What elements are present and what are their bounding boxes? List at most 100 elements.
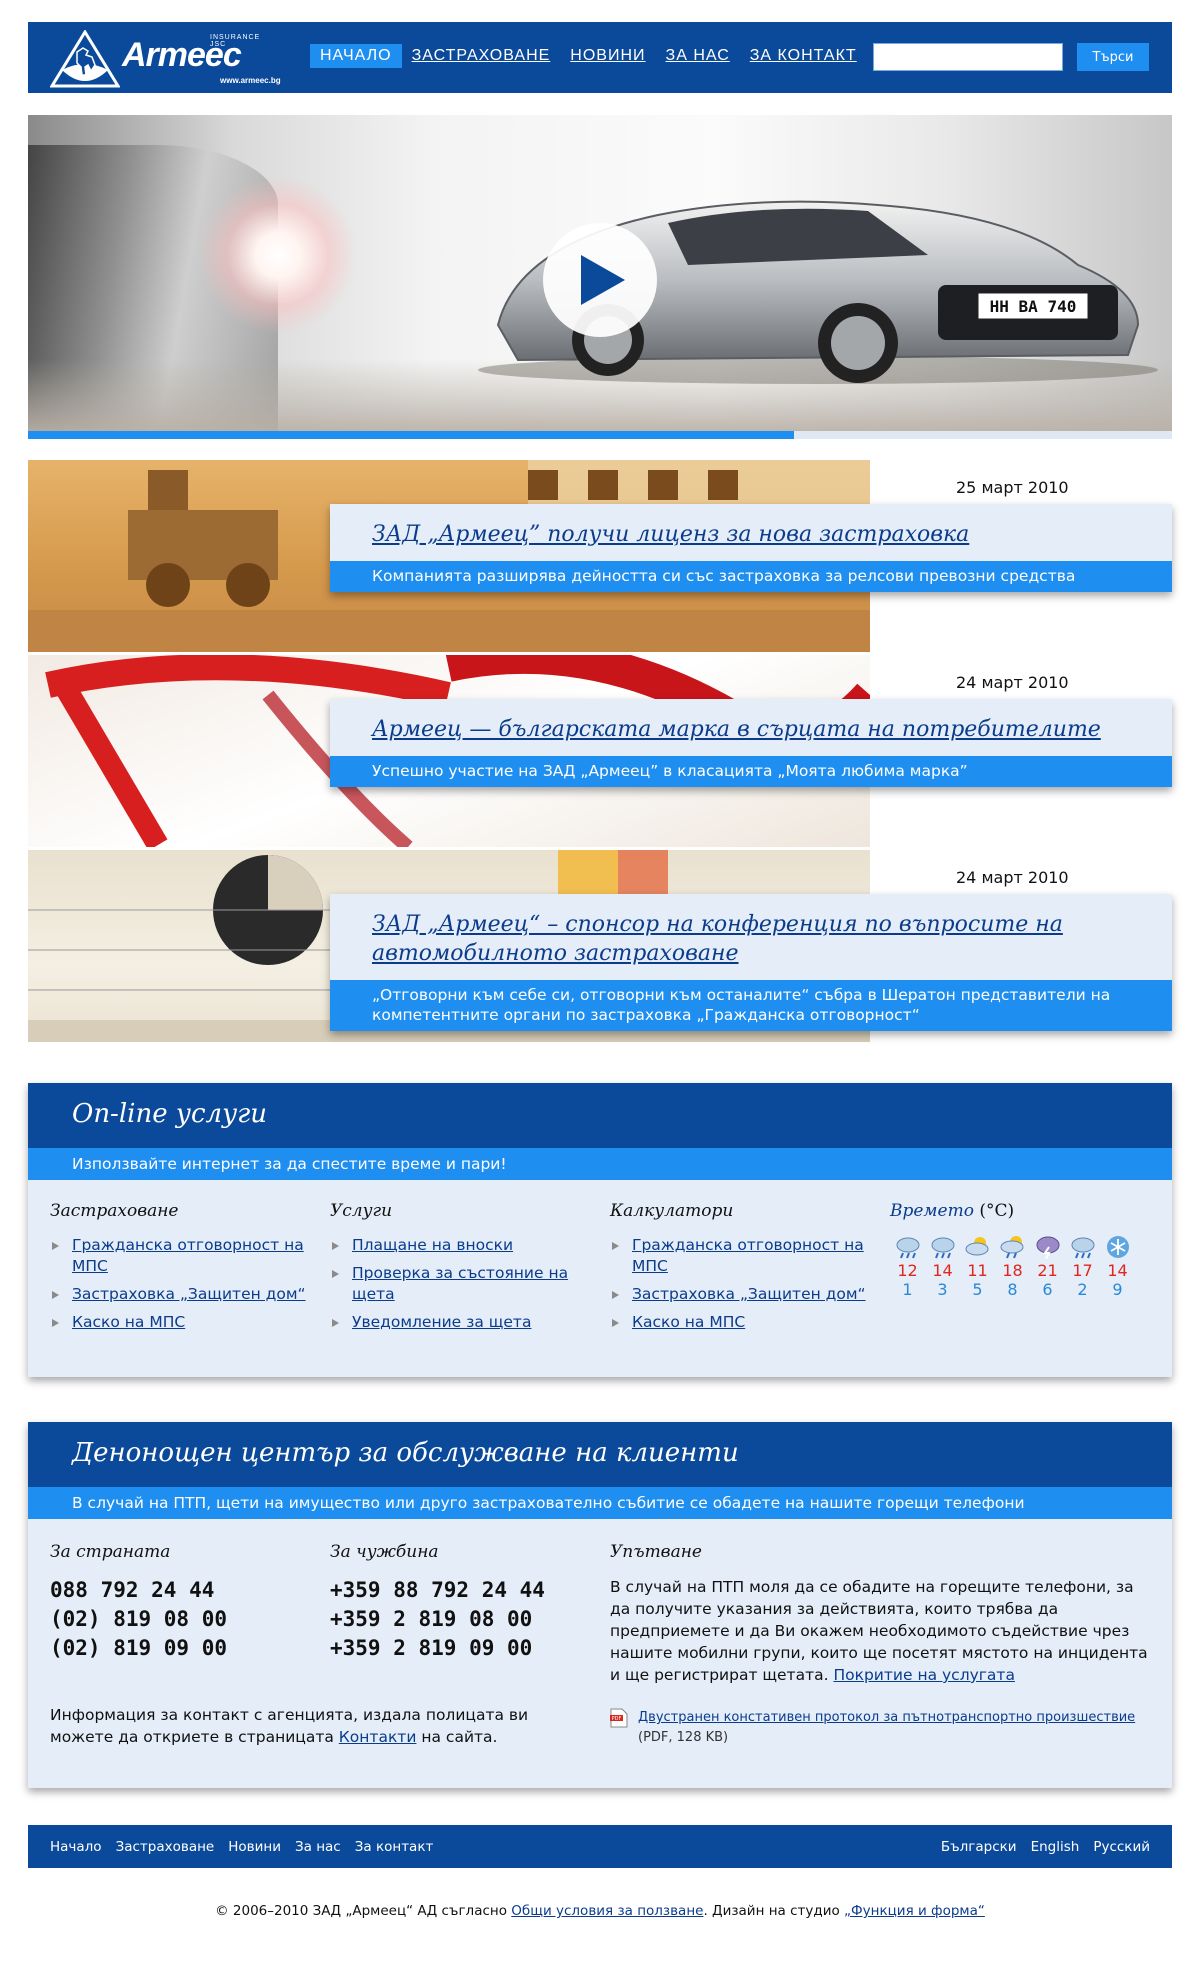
footer-link-home[interactable]: Начало	[50, 1839, 102, 1855]
link-pay-installments[interactable]: Плащане на вноски	[352, 1236, 513, 1254]
news-summary: „Отговорни към себе си, отговорни към ос…	[330, 980, 1172, 1031]
phone-number[interactable]: +359 2 819 09 00	[330, 1634, 590, 1663]
link-civil-liability[interactable]: Гражданска отговорност на МПС	[72, 1236, 304, 1275]
armeec-logo[interactable]: Armeec INSURANCE JSC www.armeec.bg	[49, 29, 281, 88]
accident-report-pdf-link[interactable]: Двустранен констативен протокол за пътно…	[638, 1710, 1135, 1725]
sun-cloud-icon	[965, 1235, 991, 1259]
pdf-icon: PDF	[610, 1708, 628, 1728]
link-home-insurance[interactable]: Застраховка „Защитен дом“	[72, 1285, 306, 1303]
language-switcher: Български English Русский	[941, 1839, 1164, 1855]
hero-progress-bar[interactable]	[28, 431, 1172, 439]
temp-max: 18	[1002, 1261, 1023, 1280]
brand-url: www.armeec.bg	[220, 76, 281, 85]
rain-cloud-icon	[930, 1235, 956, 1259]
column-title: Застраховане	[50, 1201, 179, 1221]
language-english[interactable]: English	[1031, 1839, 1080, 1855]
news-date: 24 март 2010	[956, 673, 1069, 692]
nav-item-about[interactable]: ЗА НАС	[656, 44, 740, 68]
language-bulgarian[interactable]: Български	[941, 1839, 1017, 1855]
list-item: Гражданска отговорност на МПС	[610, 1235, 870, 1277]
link-calc-home-insurance[interactable]: Застраховка „Защитен дом“	[632, 1285, 866, 1303]
temp-min: 5	[972, 1280, 983, 1299]
agency-contact-text: Информация за контакт с агенцията, издал…	[50, 1704, 590, 1748]
storm-cloud-icon	[1035, 1235, 1061, 1260]
phone-number[interactable]: (02) 819 08 00	[50, 1605, 310, 1634]
temp-min: 2	[1077, 1280, 1088, 1299]
news-title-link[interactable]: Армеец — българската марка в сърцата на …	[372, 717, 1101, 742]
service-coverage-link[interactable]: Покритие на услугата	[833, 1666, 1014, 1684]
site-header: Armeec INSURANCE JSC www.armeec.bg НАЧАЛ…	[28, 22, 1172, 93]
news-title-link[interactable]: ЗАД „Армеец” получи лиценз за нова застр…	[372, 522, 969, 547]
temp-max: 11	[967, 1261, 988, 1280]
online-services-panel: On-line услуги Използвайте интернет за д…	[28, 1083, 1172, 1377]
terms-link[interactable]: Общи условия за ползване	[511, 1903, 703, 1919]
nav-item-insurance[interactable]: ЗАСТРАХОВАНЕ	[402, 44, 561, 68]
hero-progress-fill	[28, 431, 795, 439]
footer-link-about[interactable]: За нас	[295, 1839, 341, 1855]
list-item: Застраховка „Защитен дом“	[50, 1284, 310, 1305]
phone-number[interactable]: 088 792 24 44	[50, 1576, 310, 1605]
search-input[interactable]	[873, 43, 1063, 71]
column-title: Услуги	[330, 1201, 393, 1221]
abroad-phones: За чужбина +359 88 792 24 44 +359 2 819 …	[330, 1542, 590, 1663]
link-claim-status[interactable]: Проверка за състояние на щета	[352, 1264, 568, 1303]
news-summary: Компанията разширява дейността си със за…	[330, 561, 1172, 592]
play-icon	[581, 255, 625, 305]
snowflake-icon	[1105, 1235, 1131, 1259]
guide-text: В случай на ПТП моля да се обадите на го…	[610, 1576, 1150, 1686]
footer-link-contact[interactable]: За контакт	[355, 1839, 434, 1855]
online-services-title: On-line услуги	[28, 1083, 1172, 1148]
services-column: Услуги Плащане на вноски Проверка за със…	[330, 1201, 580, 1340]
news-card: ЗАД „Армеец” получи лиценз за нова застр…	[330, 504, 1172, 592]
contacts-link[interactable]: Контакти	[339, 1728, 417, 1746]
news-title-link[interactable]: ЗАД „Армеец“ – спонсор на конференция по…	[372, 912, 1063, 966]
weather-unit: (°C)	[979, 1201, 1015, 1221]
list-item: Плащане на вноски	[330, 1235, 580, 1256]
column-title: Упътване	[610, 1542, 702, 1562]
weather-day: 14 9	[1100, 1235, 1135, 1299]
column-title: За чужбина	[330, 1542, 439, 1562]
guide-column: Упътване В случай на ПТП моля да се обад…	[610, 1542, 1150, 1686]
domestic-phones: За страната 088 792 24 44 (02) 819 08 00…	[50, 1542, 310, 1663]
phone-number[interactable]: +359 2 819 08 00	[330, 1605, 590, 1634]
list-item: Уведомление за щета	[330, 1312, 580, 1333]
footer-link-news[interactable]: Новини	[228, 1839, 281, 1855]
online-services-subtitle: Използвайте интернет за да спестите врем…	[28, 1148, 1172, 1180]
horse-shield-icon	[49, 29, 121, 88]
footer-link-insurance[interactable]: Застраховане	[116, 1839, 215, 1855]
phone-number[interactable]: (02) 819 09 00	[50, 1634, 310, 1663]
weather-day: 11 5	[960, 1235, 995, 1299]
search-button[interactable]: Търси	[1077, 43, 1149, 71]
weather-forecast: 12 1 14 3 11 5 18 8 21 6 17 2 14 9	[890, 1235, 1150, 1299]
footer-nav: Начало Застраховане Новини За нас За кон…	[50, 1839, 447, 1855]
column-title: За страната	[50, 1542, 171, 1562]
link-claim-notice[interactable]: Уведомление за щета	[352, 1313, 531, 1331]
calculators-column: Калкулатори Гражданска отговорност на МП…	[610, 1201, 870, 1340]
link-calc-civil-liability[interactable]: Гражданска отговорност на МПС	[632, 1236, 864, 1275]
contact-text-after: на сайта.	[421, 1728, 498, 1746]
support-center-panel: Денонощен център за обслужване на клиент…	[28, 1422, 1172, 1788]
temp-min: 8	[1007, 1280, 1018, 1299]
license-plate: HH BA 740	[990, 297, 1077, 316]
weather-title: Времето (°C)	[890, 1201, 1150, 1221]
svg-text:PDF: PDF	[612, 1716, 622, 1722]
support-subtitle: В случай на ПТП, щети на имущество или д…	[28, 1487, 1172, 1519]
phone-number[interactable]: +359 88 792 24 44	[330, 1576, 590, 1605]
nav-item-contact[interactable]: ЗА КОНТАКТ	[740, 44, 867, 68]
weather-link[interactable]: Времето	[890, 1201, 974, 1221]
link-calc-casco[interactable]: Каско на МПС	[632, 1313, 745, 1331]
link-casco[interactable]: Каско на МПС	[72, 1313, 185, 1331]
pdf-meta: (PDF, 128 KB)	[638, 1730, 729, 1745]
news-item: 25 март 2010 ЗАД „Армеец” получи лиценз …	[28, 460, 1172, 652]
list-item: Застраховка „Защитен дом“	[610, 1284, 870, 1305]
studio-link[interactable]: „Функция и форма“	[844, 1903, 985, 1919]
design-text: . Дизайн на студио	[703, 1903, 840, 1919]
rain-cloud-icon	[1070, 1235, 1096, 1259]
copyright-text: © 2006–2010 ЗАД „Армеец“ АД съгласно	[215, 1903, 507, 1919]
nav-item-news[interactable]: НОВИНИ	[560, 44, 655, 68]
hero-video[interactable]: HH BA 740	[28, 115, 1172, 439]
pdf-download: PDF Двустранен констативен протокол за п…	[610, 1708, 1150, 1748]
nav-item-home[interactable]: НАЧАЛО	[310, 44, 402, 68]
play-button[interactable]	[543, 223, 657, 337]
language-russian[interactable]: Русский	[1093, 1839, 1150, 1855]
